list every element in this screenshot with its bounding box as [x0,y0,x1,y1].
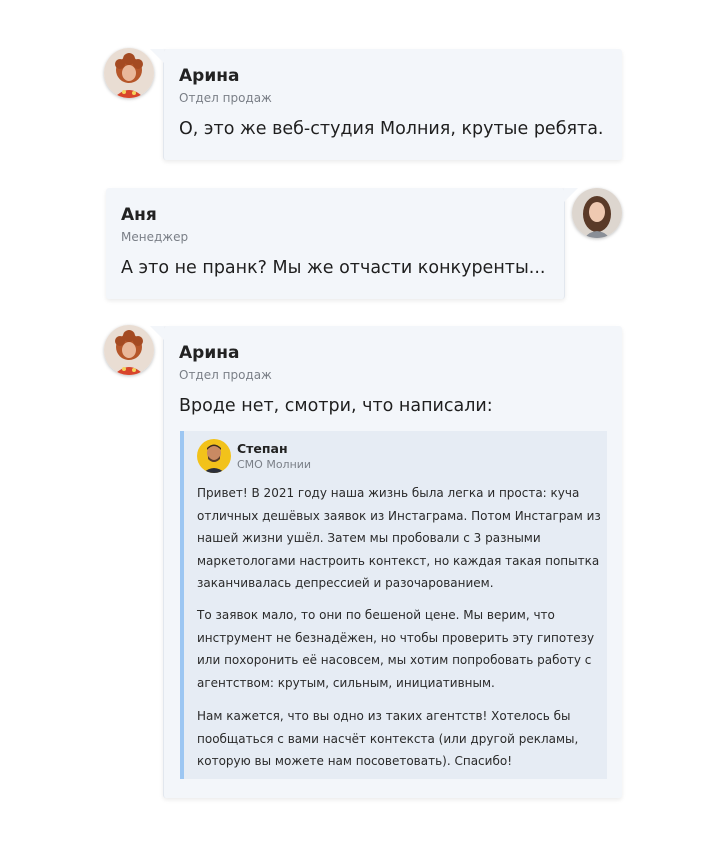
quoted-paragraph: Нам кажется, что вы одно из таких агентс… [197,709,579,768]
author-name: Арина [179,343,240,363]
message-bubble: Арина Отдел продаж Вроде нет, смотри, чт… [150,326,622,798]
message-text: А это не пранк? Мы же отчасти конкуренты… [121,258,546,278]
avatar[interactable] [104,325,154,375]
author-role: Менеджер [121,230,189,244]
quoted-paragraph: Привет! В 2021 году наша жизнь была легк… [197,486,601,590]
avatar-stepan-icon [197,439,231,473]
bubble-tail [150,49,164,63]
quoted-paragraph: То заявок мало, то они по бешеной цене. … [197,608,595,690]
message-text: Вроде нет, смотри, что написали: [179,396,493,416]
avatar [197,439,231,473]
chat-screen: Арина Отдел продаж О, это же веб-студия … [0,0,726,850]
author-role: Отдел продаж [179,91,272,105]
message-bubble: Арина Отдел продаж О, это же веб-студия … [150,49,622,160]
avatar[interactable] [104,48,154,98]
author-role: Отдел продаж [179,368,272,382]
message-text: О, это же веб-студия Молния, крутые ребя… [179,119,604,139]
quoted-author-role: CMO Молнии [237,458,312,471]
bubble-tail [150,326,164,340]
avatar[interactable] [572,188,622,238]
quoted-message: Степан CMO Молнии Привет! В 2021 году на… [180,431,607,779]
avatar-arina-icon [104,48,154,98]
message-bubble: Аня Менеджер А это не пранк? Мы же отчас… [106,188,578,299]
avatar-arina-icon [104,325,154,375]
avatar-anya-icon [572,188,622,238]
quoted-author-name: Степан [237,441,288,456]
author-name: Арина [179,66,240,86]
author-name: Аня [121,205,157,225]
